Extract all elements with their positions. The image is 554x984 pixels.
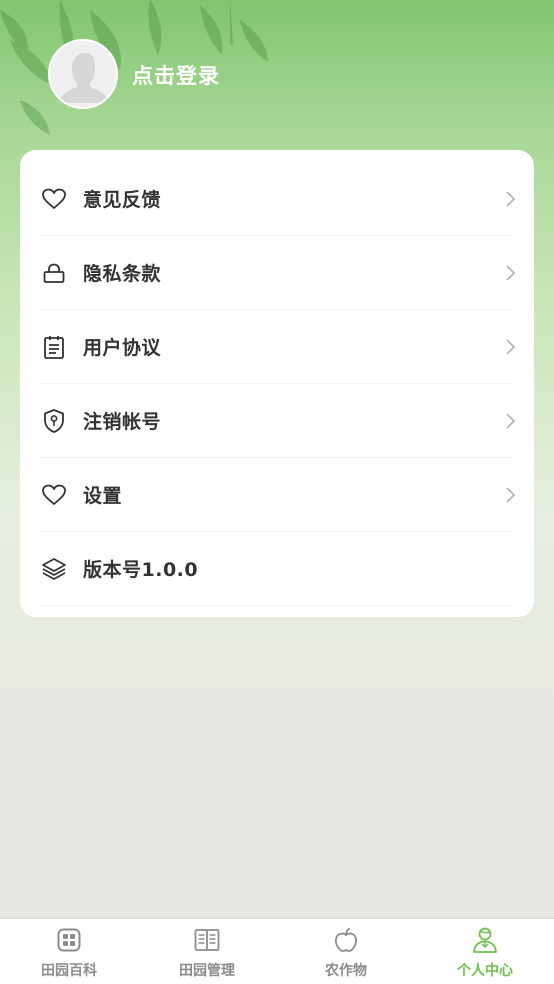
default-user-avatar-icon (50, 41, 116, 107)
menu-item-delete-account[interactable]: 注销帐号 (40, 384, 516, 458)
clipboard-icon (40, 333, 68, 361)
tab-encyclopedia[interactable]: 田园百科 (0, 919, 138, 984)
chevron-right-icon (506, 191, 516, 207)
menu-item-label: 隐私条款 (83, 263, 162, 285)
chevron-right-icon (506, 413, 516, 429)
menu-item-label: 设置 (83, 485, 123, 507)
heart-icon (40, 185, 68, 213)
menu-item-label: 意见反馈 (83, 189, 162, 211)
tab-label: 田园管理 (179, 963, 235, 979)
settings-card: 意见反馈 隐私条款 用户协议 注销帐号 设置 版本号1.0.0 (20, 150, 534, 617)
apple-icon (334, 927, 358, 952)
version-label: 版本号1.0.0 (83, 559, 199, 581)
menu-item-user-agreement[interactable]: 用户协议 (40, 310, 516, 384)
profile-header: 点击登录 (0, 0, 554, 150)
tab-profile[interactable]: 个人中心 (416, 919, 554, 984)
layers-icon (40, 555, 68, 583)
tab-label: 个人中心 (457, 963, 513, 979)
heart-icon (40, 481, 68, 509)
login-link[interactable]: 点击登录 (132, 61, 220, 91)
person-icon (473, 927, 497, 953)
menu-item-settings[interactable]: 设置 (40, 458, 516, 532)
chevron-right-icon (506, 487, 516, 503)
grid-square-icon (57, 928, 81, 952)
chevron-right-icon (506, 265, 516, 281)
chevron-right-icon (506, 339, 516, 355)
lock-icon (40, 259, 68, 287)
bottom-tab-bar: 田园百科 田园管理 农作物 个人中心 (0, 918, 554, 984)
menu-item-version: 版本号1.0.0 (40, 532, 512, 606)
menu-item-feedback[interactable]: 意见反馈 (40, 162, 516, 236)
menu-item-label: 注销帐号 (83, 411, 162, 433)
menu-item-label: 用户协议 (83, 337, 162, 359)
avatar[interactable] (48, 39, 118, 109)
shield-key-icon (40, 407, 68, 435)
tab-management[interactable]: 田园管理 (138, 919, 276, 984)
tab-label: 田园百科 (41, 963, 97, 979)
tab-label: 农作物 (325, 963, 367, 979)
book-icon (194, 929, 220, 951)
menu-item-privacy[interactable]: 隐私条款 (40, 236, 516, 310)
tab-crops[interactable]: 农作物 (277, 919, 415, 984)
